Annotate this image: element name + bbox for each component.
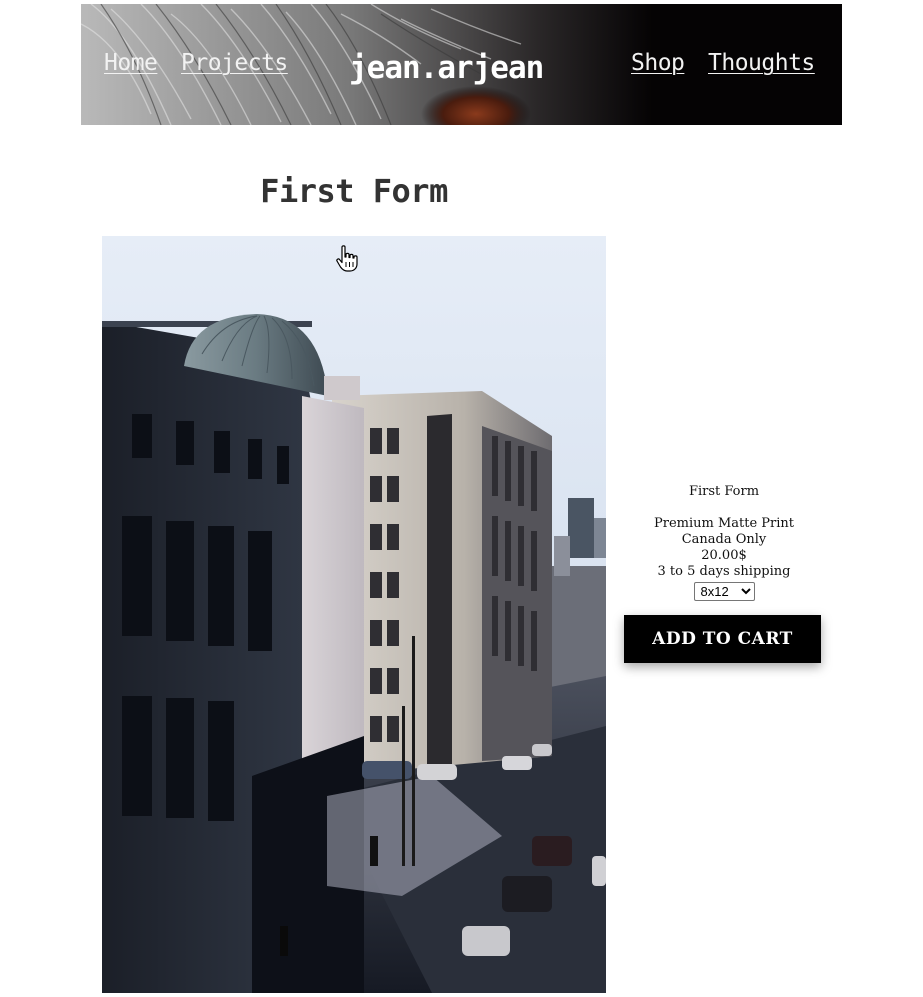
price: 20.00$	[701, 548, 747, 563]
nav-home-link[interactable]: Home	[104, 50, 158, 76]
site-brand[interactable]: jean.arjean	[349, 50, 544, 86]
product-info: First Form Premium Matte Print Canada On…	[624, 484, 824, 601]
nav-shop-link[interactable]: Shop	[631, 50, 685, 76]
print-type: Premium Matte Print	[653, 516, 795, 531]
hand-pointer-icon	[336, 245, 358, 272]
info-title: First Form	[688, 484, 760, 499]
nav-projects-link[interactable]: Projects	[181, 50, 288, 76]
shipping-region: Canada Only	[681, 532, 767, 547]
add-to-cart-button[interactable]: ADD TO CART	[624, 615, 821, 663]
product-photo[interactable]	[102, 236, 606, 993]
product-title: First Form	[260, 172, 448, 210]
site-header: Home Projects jean.arjean Shop Thoughts	[81, 4, 842, 125]
shipping-time: 3 to 5 days shipping	[657, 564, 791, 579]
size-select[interactable]: 8x12	[693, 582, 755, 601]
nav-thoughts-link[interactable]: Thoughts	[708, 50, 815, 76]
